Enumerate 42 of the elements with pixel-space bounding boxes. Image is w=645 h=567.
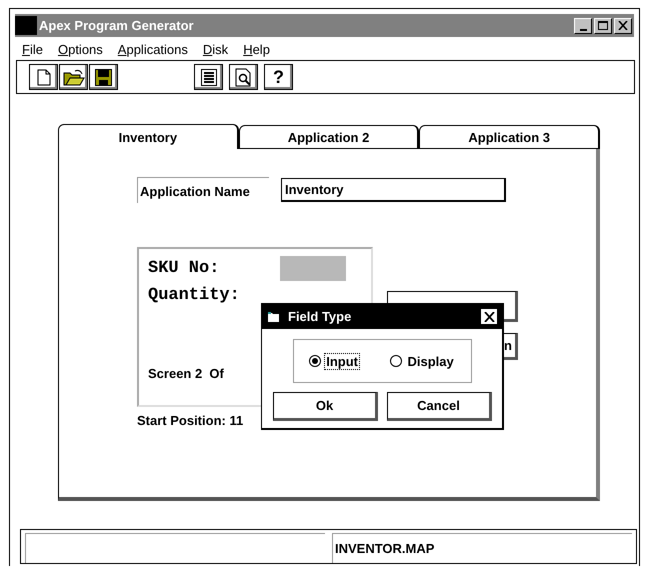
- menu-item[interactable]: Help: [243, 42, 270, 56]
- radio-label[interactable]: Input: [325, 354, 359, 368]
- close-icon: [484, 312, 494, 322]
- list-button[interactable]: [194, 64, 223, 90]
- open-button[interactable]: [59, 64, 88, 90]
- new-document-icon: [36, 68, 50, 86]
- folder-icon: [268, 312, 280, 322]
- menu-item[interactable]: Disk: [202, 42, 228, 56]
- maximize-icon: [598, 21, 608, 30]
- application-name-field[interactable]: Inventory: [281, 178, 506, 202]
- help-button[interactable]: ?: [264, 64, 293, 90]
- start-position-label: Start Position: 11: [137, 413, 244, 428]
- cancel-button[interactable]: Cancel: [387, 392, 492, 421]
- app-icon: [15, 16, 37, 35]
- screen-counter: Screen 2 Of: [148, 366, 225, 381]
- tab[interactable]: Application 2: [238, 125, 420, 149]
- new-button[interactable]: [29, 64, 58, 90]
- field-label: Quantity:: [148, 286, 241, 305]
- tab[interactable]: Application 3: [419, 125, 600, 149]
- list-icon: [200, 68, 216, 86]
- menu-item[interactable]: File: [22, 42, 43, 56]
- tab[interactable]: Inventory: [58, 124, 239, 149]
- status-text: INVENTOR.MAP: [332, 533, 632, 563]
- folder-icon: [62, 68, 84, 86]
- close-button[interactable]: [480, 308, 498, 325]
- menu-item[interactable]: Applications: [118, 42, 188, 56]
- minimize-icon: [580, 28, 586, 30]
- ok-button[interactable]: Ok: [273, 392, 378, 421]
- maximize-button[interactable]: [594, 18, 612, 34]
- field-label: Application Name: [137, 177, 269, 203]
- dialog-title: Field Type: [288, 309, 352, 324]
- field-label: SKU No:: [148, 259, 220, 278]
- minimize-button[interactable]: [574, 18, 592, 34]
- close-icon: [618, 21, 628, 30]
- window-title: Apex Program Generator: [39, 18, 195, 33]
- magnifier-document-icon: [235, 68, 252, 86]
- radio-label[interactable]: Display: [406, 354, 455, 368]
- radio-button[interactable]: [309, 355, 322, 367]
- menu-item[interactable]: Options: [58, 42, 103, 56]
- radio-button[interactable]: [390, 355, 402, 367]
- save-button[interactable]: [89, 64, 118, 90]
- preview-button[interactable]: [229, 64, 258, 90]
